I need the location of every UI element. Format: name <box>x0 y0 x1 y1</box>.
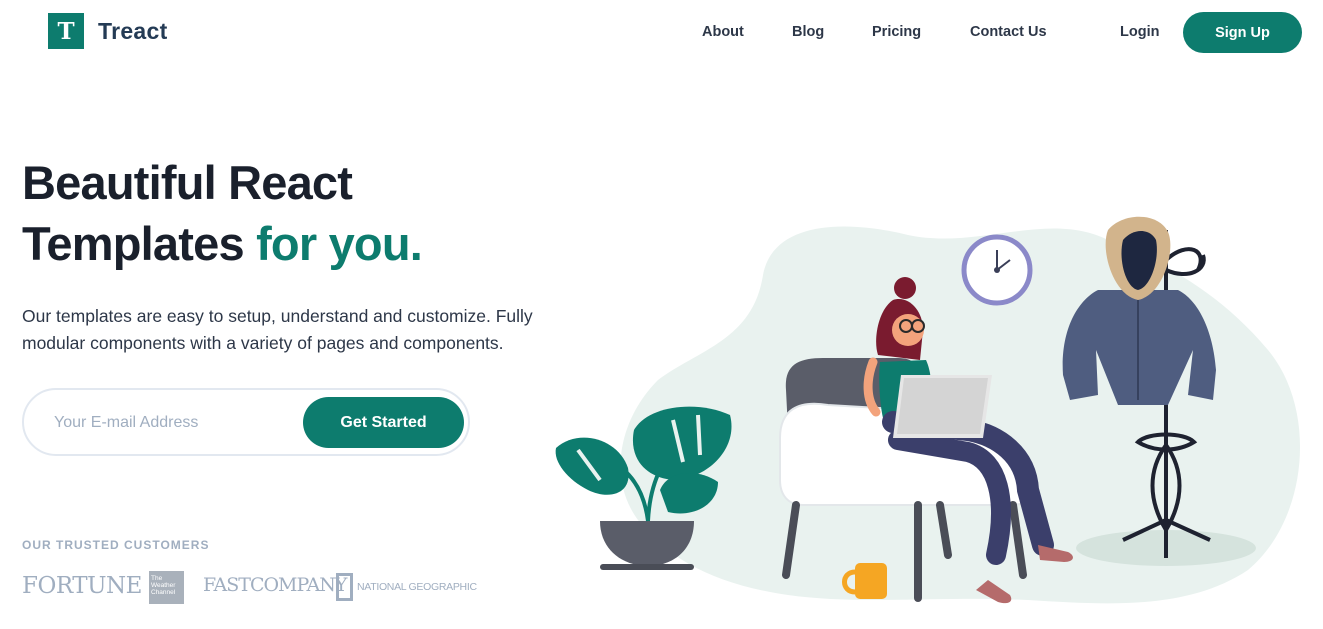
login-link[interactable]: Login <box>1120 24 1159 40</box>
signup-button[interactable]: Sign Up <box>1183 12 1302 53</box>
hero-title-line1: Beautiful React <box>22 156 353 209</box>
natgeo-text: NATIONAL GEOGRAPHIC <box>357 580 477 593</box>
fast-company-logo: FASTCOMPANY <box>203 574 347 596</box>
nav-link-blog[interactable]: Blog <box>792 24 824 40</box>
hero-title-line2: Templates <box>22 217 245 270</box>
email-signup-form: Get Started <box>22 388 470 456</box>
fortune-logo: FORTUNE <box>22 573 142 599</box>
national-geographic-logo: NATIONAL GEOGRAPHIC <box>336 573 477 601</box>
nav-link-contact[interactable]: Contact Us <box>970 24 1047 40</box>
trusted-customers-label: OUR TRUSTED CUSTOMERS <box>22 538 210 552</box>
email-input[interactable] <box>54 409 294 437</box>
hero-title: Beautiful React Templates for you. <box>22 152 423 274</box>
clock-icon <box>961 234 1033 306</box>
hero-description: Our templates are easy to setup, underst… <box>22 306 533 353</box>
nav-link-pricing[interactable]: Pricing <box>872 24 921 40</box>
site-header: T Treact About Blog Pricing Contact Us L… <box>0 0 1323 66</box>
hero-illustration <box>555 216 1301 604</box>
nav-link-about[interactable]: About <box>702 24 744 40</box>
weather-channel-logo: The Weather Channel <box>149 571 184 604</box>
brand-name: Treact <box>98 17 168 44</box>
natgeo-frame-icon <box>336 573 353 601</box>
brand-logo-icon: T <box>48 13 84 49</box>
brand-logo-link[interactable]: T Treact <box>48 13 168 49</box>
hero-title-accent: for you. <box>256 217 423 270</box>
get-started-button[interactable]: Get Started <box>303 397 464 448</box>
